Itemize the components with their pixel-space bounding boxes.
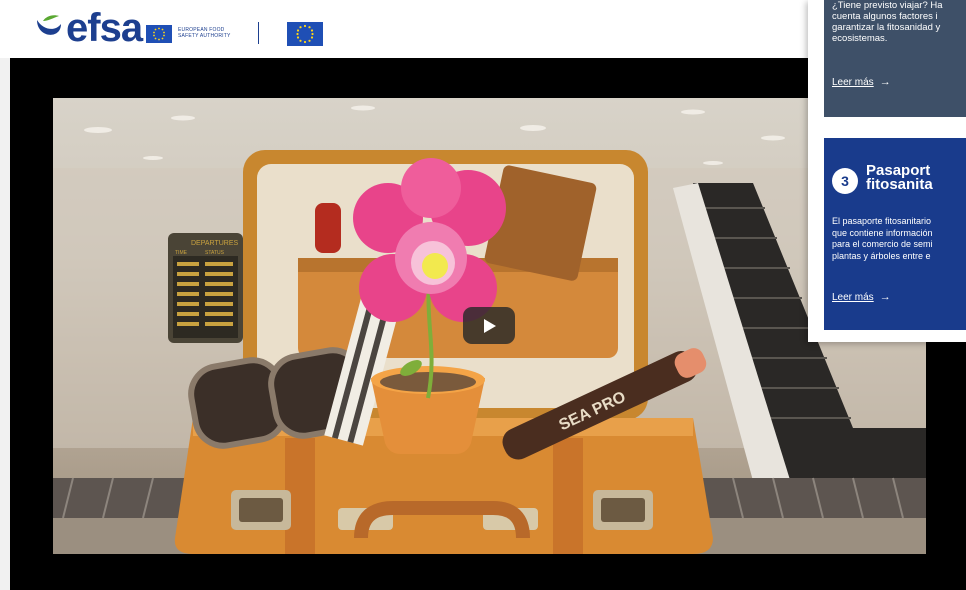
card-title-line: fitosanita [866, 176, 933, 193]
play-icon [484, 319, 496, 333]
card-body: El pasaporte fitosanitario que contiene … [832, 216, 966, 262]
card-title: Pasaport fitosanita [866, 163, 933, 193]
arrow-right-icon: → [879, 76, 891, 88]
arrow-right-icon: → [879, 291, 891, 303]
read-more-link[interactable]: Leer más → [832, 291, 891, 303]
card-body-line: ecosistemas. [832, 33, 888, 44]
efsa-logo[interactable]: efsa [34, 6, 143, 50]
efsa-logo-icon [37, 15, 61, 35]
eu-caption: EUROPEAN FOOD SAFETY AUTHORITY [178, 27, 231, 39]
eu-flag-icon [146, 25, 172, 43]
card-body-line: plantas y árboles entre e [832, 250, 931, 261]
video-left-edge [0, 58, 10, 590]
board-time-label: TIME [175, 250, 188, 256]
page: efsa EUROPEAN FOOD SAFETY AUTHORITY DEPA… [0, 0, 966, 590]
card-body: ¿Tiene previsto viajar? Ha cuenta alguno… [832, 0, 966, 44]
card-body-line: para el comercio de semi [832, 239, 933, 249]
card-body-line: cuenta algunos factores i [832, 11, 938, 22]
board-status-label: STATUS [205, 250, 225, 256]
info-card-plant-passport: 3 Pasaport fitosanita El pasaporte fitos… [824, 138, 966, 330]
logo-wordmark-text: efsa [66, 6, 143, 50]
departures-board-label: DEPARTURES [191, 240, 239, 247]
card-body-line: que contiene información [832, 227, 933, 238]
header-divider [258, 22, 259, 44]
card-body-line: ¿Tiene previsto viajar? Ha [832, 0, 943, 11]
info-card-travel: ¿Tiene previsto viajar? Ha cuenta alguno… [824, 0, 966, 117]
card-body-line: El pasaporte fitosanitario [832, 216, 932, 226]
card-body-line: garantizar la fitosanidad y [832, 22, 941, 33]
info-cards-panel: ¿Tiene previsto viajar? Ha cuenta alguno… [808, 0, 966, 342]
eu-flag-large-icon [287, 22, 323, 46]
play-button[interactable] [463, 307, 515, 344]
read-more-label: Leer más [832, 77, 874, 88]
read-more-link[interactable]: Leer más → [832, 76, 891, 88]
read-more-label: Leer más [832, 292, 874, 303]
step-number-badge: 3 [832, 168, 858, 194]
